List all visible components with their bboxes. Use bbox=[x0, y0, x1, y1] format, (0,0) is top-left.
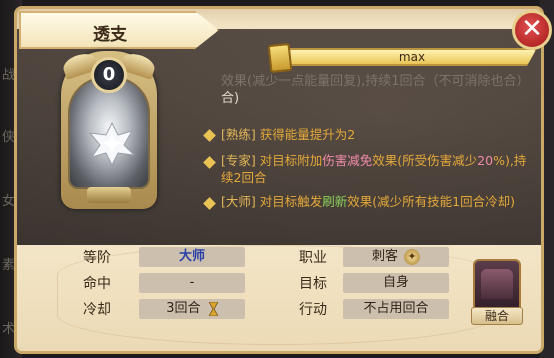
class-label: 职业 bbox=[299, 250, 327, 266]
cooldown-label: 冷却 bbox=[83, 302, 111, 318]
target-value: 自身 bbox=[343, 273, 449, 293]
skill-card-art bbox=[68, 77, 150, 189]
rank-label: 等阶 bbox=[83, 250, 111, 266]
target-label: 目标 bbox=[299, 276, 327, 292]
close-x-icon: ✕ bbox=[521, 14, 543, 44]
description-text-top: 效果(减少一点能量回复),持续1回合（不可消除也合） 合) bbox=[221, 74, 530, 106]
skill-level-badge: 0 bbox=[91, 57, 127, 93]
hit-label: 命中 bbox=[83, 276, 111, 292]
description-item-master: [大师] 对目标触发刷新效果(减少所有技能1回合冷却) bbox=[221, 194, 515, 209]
hourglass-icon bbox=[208, 301, 218, 316]
rank-value: 大师 bbox=[139, 247, 245, 267]
skill-level-bar: max bbox=[287, 48, 537, 66]
skill-book-icon bbox=[267, 42, 293, 74]
fusion-label[interactable]: 融合 bbox=[471, 307, 523, 325]
skill-title-ribbon: 透支 bbox=[19, 11, 219, 49]
card-base bbox=[87, 187, 131, 203]
description-item-proficient: [熟练] 获得能量提升为2 bbox=[221, 127, 356, 142]
cooldown-value: 3回合 bbox=[139, 299, 245, 319]
class-value: 刺客 ✦ bbox=[343, 247, 449, 267]
skill-level-label: max bbox=[398, 50, 426, 64]
description-item-expert: [专家] 对目标附加伤害减免效果(所受伤害减少20%),持续2回合 bbox=[221, 153, 527, 185]
action-value: 不占用回合 bbox=[343, 299, 449, 319]
throne-icon bbox=[481, 269, 513, 299]
action-label: 行动 bbox=[299, 302, 327, 318]
skill-card: 0 bbox=[60, 50, 158, 209]
skill-detail-panel: 透支 0 max 效果(减少一点能量回复),持续1回合（不可消除也合） 合) [… bbox=[14, 6, 544, 354]
assassin-class-icon: ✦ bbox=[404, 248, 420, 265]
close-button[interactable]: ✕ bbox=[512, 10, 552, 50]
hit-value: - bbox=[139, 273, 245, 293]
shattered-crystal-icon bbox=[88, 121, 136, 167]
skill-name: 透支 bbox=[93, 25, 127, 45]
